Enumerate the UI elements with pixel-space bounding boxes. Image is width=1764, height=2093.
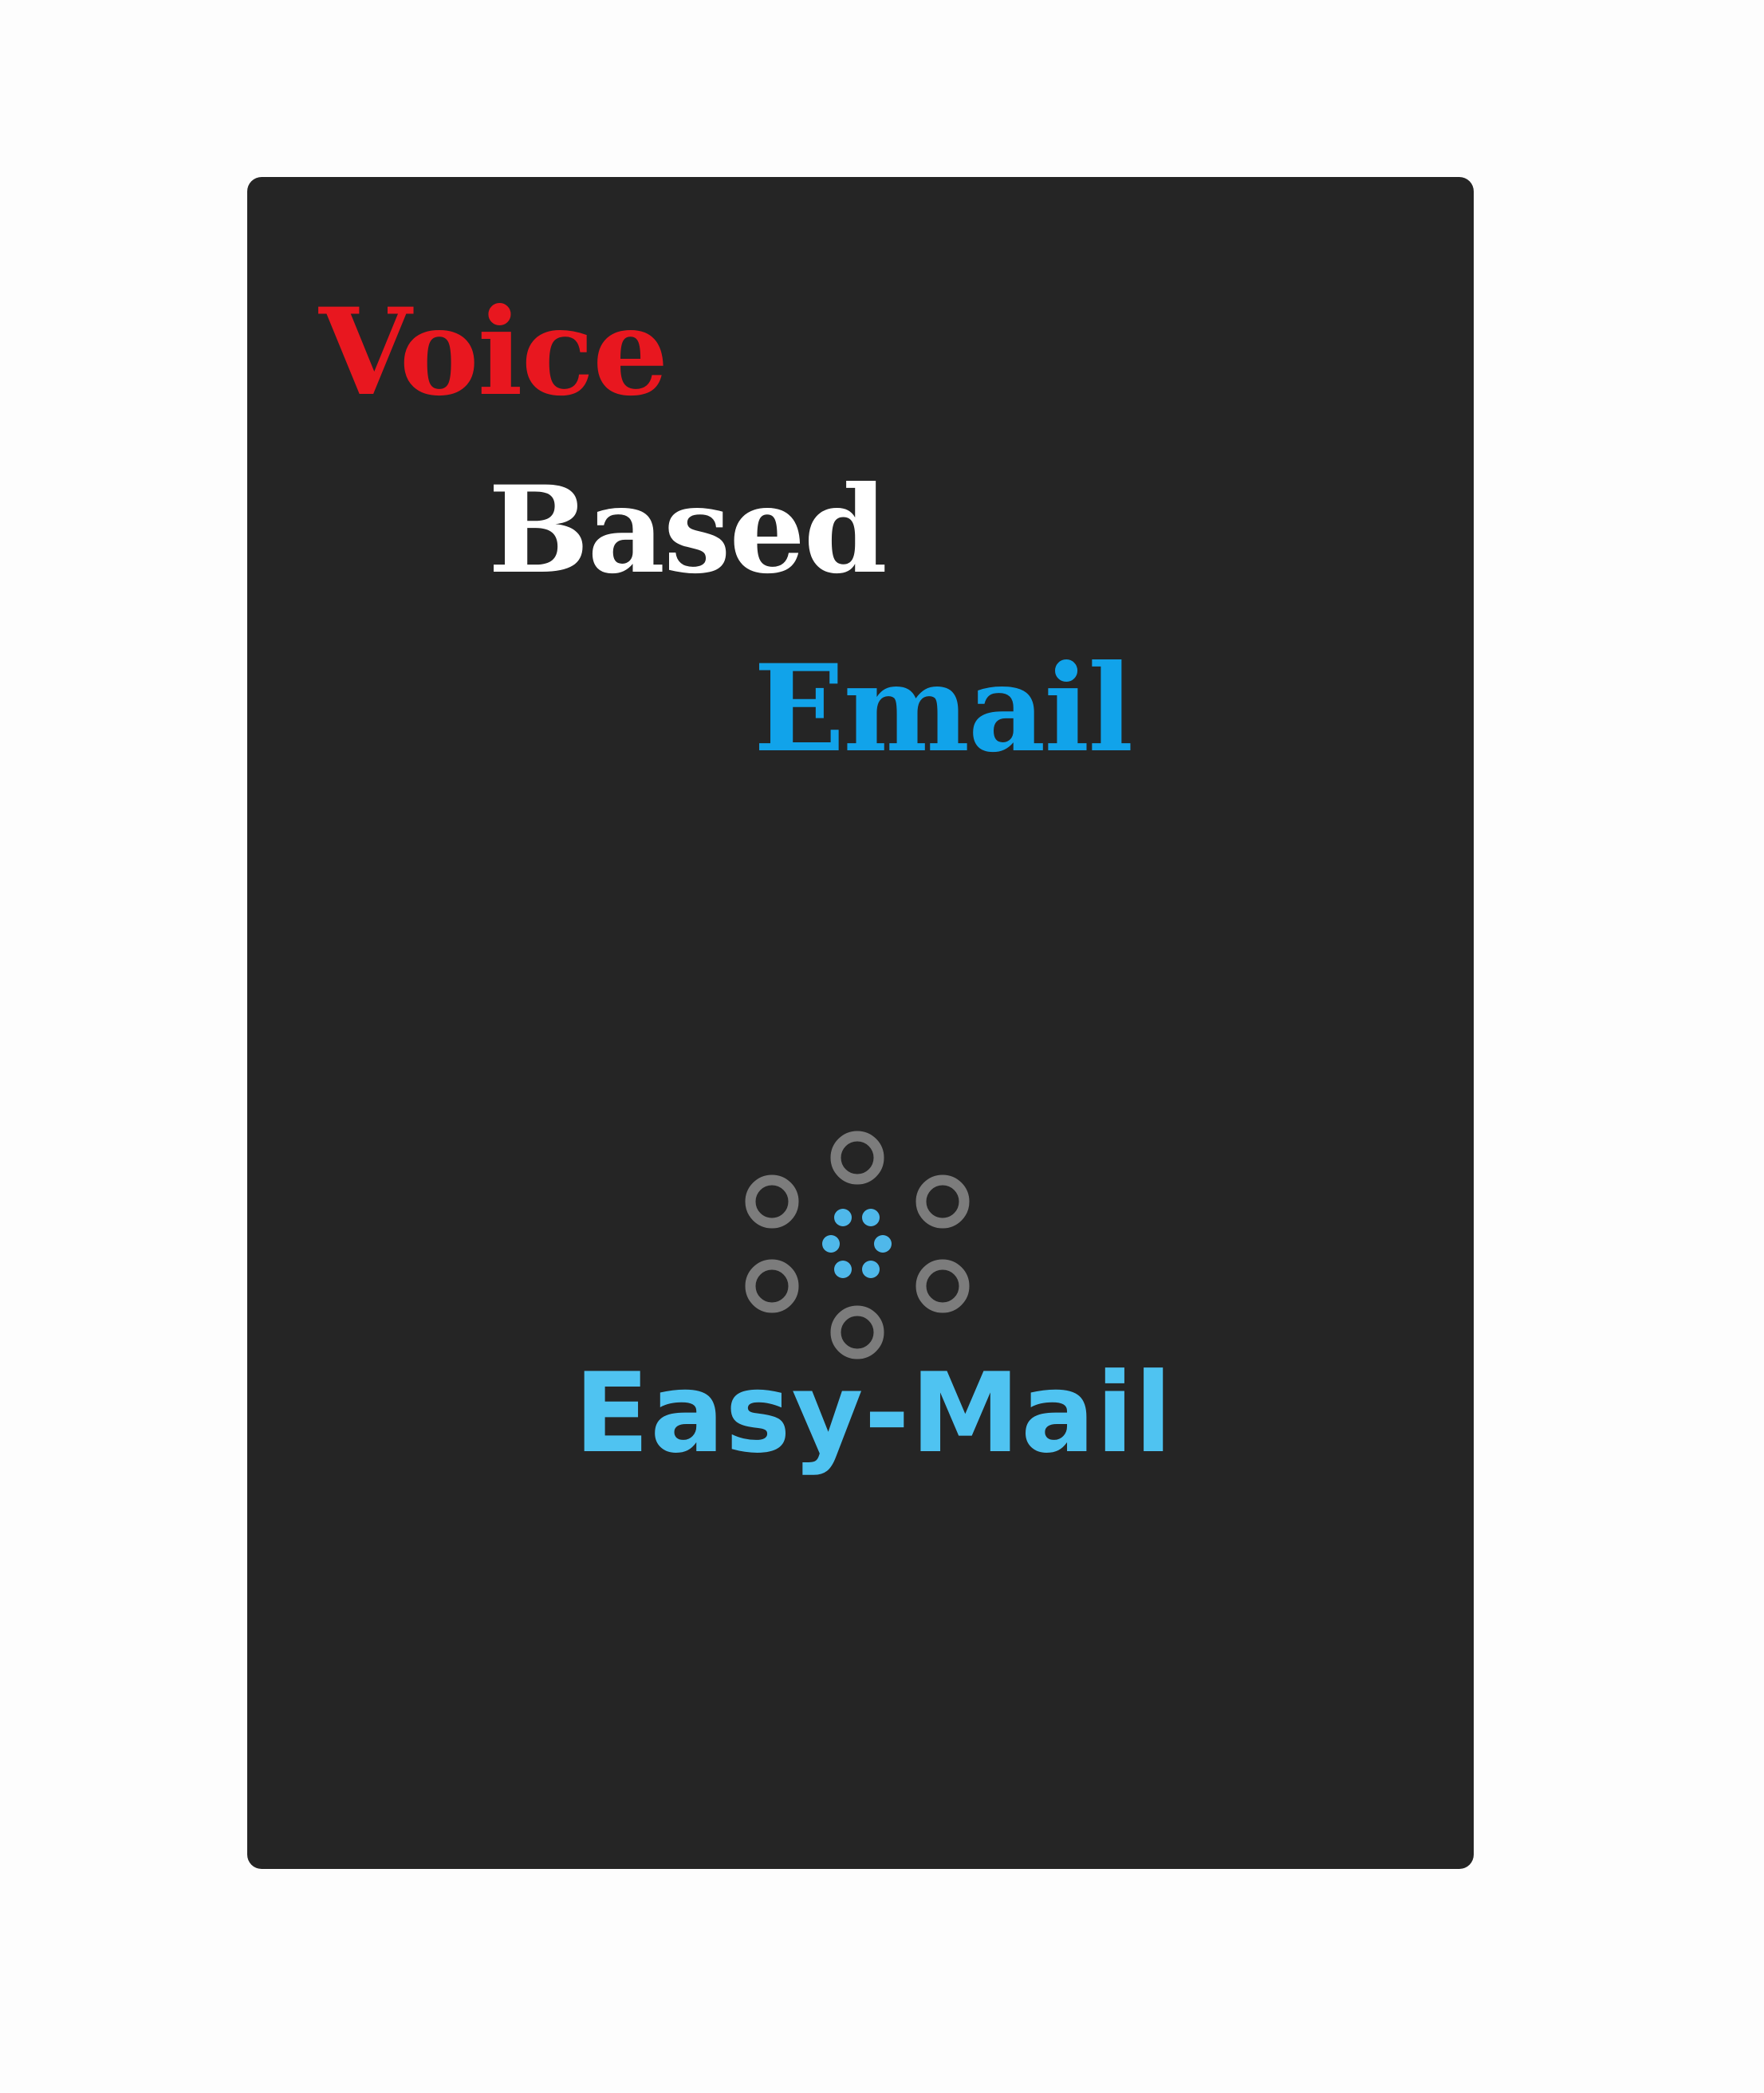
headline-voice: Voice bbox=[319, 282, 668, 423]
logo-ring bbox=[830, 1131, 884, 1185]
logo-ring bbox=[915, 1259, 970, 1313]
logo-dot bbox=[822, 1235, 840, 1253]
logo-dot bbox=[874, 1235, 892, 1253]
logo-ring bbox=[830, 1305, 884, 1359]
logo-dot bbox=[834, 1209, 852, 1226]
logo-dot bbox=[862, 1209, 880, 1226]
headline-email: Email bbox=[754, 639, 1133, 779]
headline-based: Based bbox=[488, 460, 888, 600]
logo-ring bbox=[745, 1174, 799, 1229]
logo-wordmark: Easy-Mail bbox=[574, 1349, 1173, 1477]
logo-dot bbox=[862, 1261, 880, 1278]
splash-card: Voice Based Email Easy-Mail bbox=[247, 177, 1474, 1869]
logo-ring bbox=[745, 1259, 799, 1313]
logo-dot bbox=[834, 1261, 852, 1278]
logo-ring bbox=[915, 1174, 970, 1229]
